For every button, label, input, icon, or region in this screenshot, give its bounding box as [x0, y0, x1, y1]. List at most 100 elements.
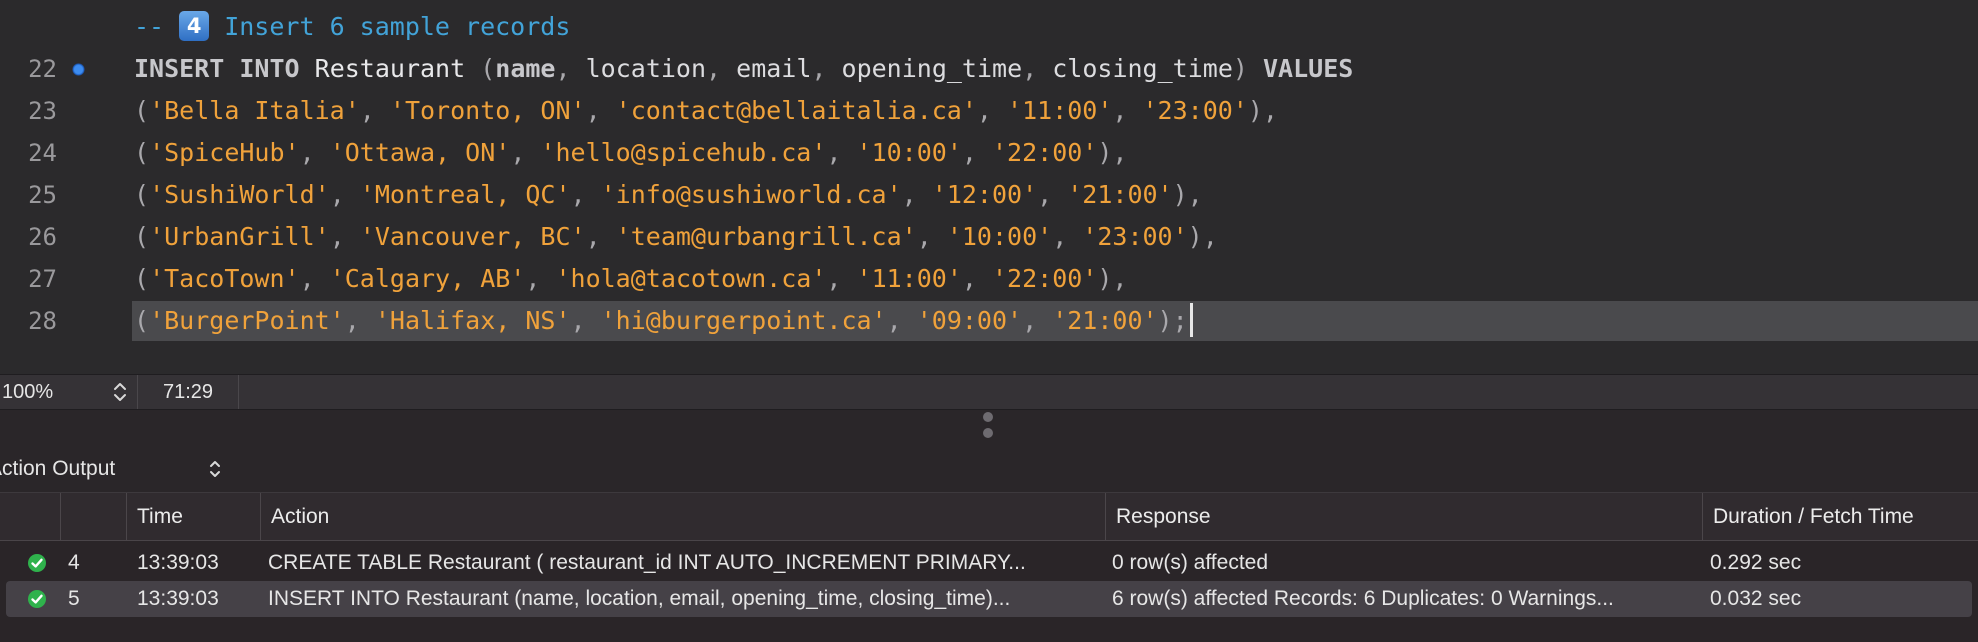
statement-marker-icon[interactable] [72, 63, 85, 76]
open-paren: ( [134, 96, 150, 125]
string-literal: '23:00' [1142, 96, 1248, 125]
keyword-insert-into: INSERT INTO [134, 54, 300, 83]
column-header-response[interactable]: Response [1105, 493, 1702, 540]
comma: , [706, 54, 737, 83]
comma: , [1022, 54, 1053, 83]
string-literal: 'SpiceHub' [149, 138, 300, 167]
values-row: ('Bella Italia', 'Toronto, ON', 'contact… [134, 90, 1278, 132]
comma: , [570, 306, 601, 335]
table-row[interactable]: 4 13:39:03 CREATE TABLE Restaurant ( res… [0, 545, 1978, 581]
comma: , [1037, 180, 1068, 209]
row-response: 6 row(s) affected Records: 6 Duplicates:… [1112, 587, 1614, 610]
string-literal: '23:00' [1082, 222, 1188, 251]
success-check-icon [28, 554, 46, 572]
row-time: 13:39:03 [137, 587, 219, 610]
comma: , [510, 138, 541, 167]
row-time: 13:39:03 [137, 551, 219, 574]
keycap-four-icon: 4 [179, 11, 210, 41]
comment-dash: -- [134, 12, 180, 41]
string-literal: 'hola@tacotown.ca' [555, 264, 827, 293]
comma: , [525, 264, 556, 293]
code-line[interactable]: 23 INSERT INTO Restaurant (name, locatio… [0, 48, 1978, 125]
comma: , [344, 306, 375, 335]
code-line[interactable]: 26 ('SushiWorld', 'Montreal, QC', 'info@… [0, 174, 1978, 251]
string-literal: 'Toronto, ON' [389, 96, 586, 125]
panel-resize-handle-icon[interactable] [980, 408, 996, 442]
row-terminator: ), [1097, 138, 1128, 167]
output-panel-header: Action Output [0, 448, 1978, 490]
action-output-table: Time Action Response Duration / Fetch Ti… [0, 492, 1978, 642]
comma: , [916, 222, 947, 251]
comma: , [826, 264, 857, 293]
string-literal: '22:00' [991, 264, 1098, 293]
column-name: closing_time [1052, 54, 1233, 83]
string-literal: '09:00' [916, 306, 1023, 335]
table-row-selected[interactable]: 5 13:39:03 INSERT INTO Restaurant (name,… [6, 581, 1972, 617]
comma: , [1052, 222, 1083, 251]
column-header-time[interactable]: Time [126, 493, 260, 540]
comment-text: Insert 6 sample records [209, 12, 571, 41]
string-literal: 'BurgerPoint' [149, 306, 345, 335]
values-row: ('BurgerPoint', 'Halifax, NS', 'hi@burge… [134, 300, 1193, 342]
table-header-row: Time Action Response Duration / Fetch Ti… [0, 492, 1978, 541]
comma: , [886, 306, 917, 335]
column-header-status[interactable] [0, 493, 60, 540]
sql-editor[interactable]: 22 -- 4 Insert 6 sample records 23 INSER… [0, 0, 1978, 374]
open-paren: ( [134, 306, 150, 335]
code-comment: -- 4 Insert 6 sample records [134, 6, 570, 48]
values-row: ('UrbanGrill', 'Vancouver, BC', 'team@ur… [134, 216, 1218, 258]
keyword-values: VALUES [1263, 54, 1354, 83]
row-terminator: ), [1097, 264, 1128, 293]
open-paren: ( [480, 54, 496, 83]
code-line[interactable]: 22 -- 4 Insert 6 sample records [0, 6, 1978, 83]
comma: , [570, 180, 601, 209]
comma: , [299, 138, 330, 167]
close-paren: ) [1232, 54, 1248, 83]
code-line[interactable]: 25 ('SpiceHub', 'Ottawa, ON', 'hello@spi… [0, 132, 1978, 209]
column-name: location [585, 54, 707, 83]
select-chevrons-icon[interactable] [208, 459, 222, 479]
comma: , [901, 180, 932, 209]
string-literal: 'SushiWorld' [149, 180, 330, 209]
code-line[interactable]: 27 ('UrbanGrill', 'Vancouver, BC', 'team… [0, 216, 1978, 293]
text-cursor [1189, 303, 1193, 337]
editor-status-bar: 100% 71:29 [0, 374, 1978, 410]
comma: , [826, 138, 857, 167]
output-type-label: Action Output [0, 457, 116, 480]
row-terminator: ); [1157, 306, 1188, 335]
column-name: email [736, 54, 812, 83]
string-literal: '11:00' [856, 264, 962, 293]
comma: , [329, 222, 360, 251]
comma: , [359, 96, 390, 125]
comma: , [961, 138, 992, 167]
code-statement: INSERT INTO Restaurant (name, location, … [134, 48, 1353, 90]
zoom-level: 100% [2, 381, 54, 403]
column-header-duration[interactable]: Duration / Fetch Time [1702, 493, 1978, 540]
comma: , [329, 180, 360, 209]
sql-workbench-window: 22 -- 4 Insert 6 sample records 23 INSER… [0, 0, 1978, 642]
row-number: 4 [68, 551, 80, 574]
values-row: ('TacoTown', 'Calgary, AB', 'hola@tacoto… [134, 258, 1127, 300]
zoom-selector[interactable]: 100% [0, 375, 138, 409]
string-literal: 'hi@burgerpoint.ca' [600, 306, 887, 335]
comma: , [976, 96, 1008, 125]
comma: , [585, 96, 616, 125]
column-header-action[interactable]: Action [260, 493, 1105, 540]
row-duration: 0.032 sec [1710, 587, 1802, 610]
table-name: Restaurant [314, 54, 466, 83]
row-action: CREATE TABLE Restaurant ( restaurant_id … [268, 551, 1026, 574]
output-type-selector[interactable]: Action Output [0, 448, 230, 490]
comma: , [299, 264, 330, 293]
column-header-number[interactable] [60, 493, 126, 540]
comma: , [961, 264, 992, 293]
code-line-current[interactable]: 29 ('BurgerPoint', 'Halifax, NS', 'hi@bu… [0, 300, 1978, 342]
string-literal: '21:00' [1067, 180, 1173, 209]
comma: , [585, 222, 616, 251]
stepper-chevrons-icon[interactable] [112, 381, 128, 403]
code-line[interactable]: 28 ('TacoTown', 'Calgary, AB', 'hola@tac… [0, 258, 1978, 335]
code-line[interactable]: 24 ('Bella Italia', 'Toronto, ON', 'cont… [0, 90, 1978, 167]
open-paren: ( [134, 264, 150, 293]
comma: , [811, 54, 842, 83]
string-literal: 'Vancouver, BC' [359, 222, 586, 251]
string-literal: 'contact@bellaitalia.ca' [615, 96, 977, 125]
